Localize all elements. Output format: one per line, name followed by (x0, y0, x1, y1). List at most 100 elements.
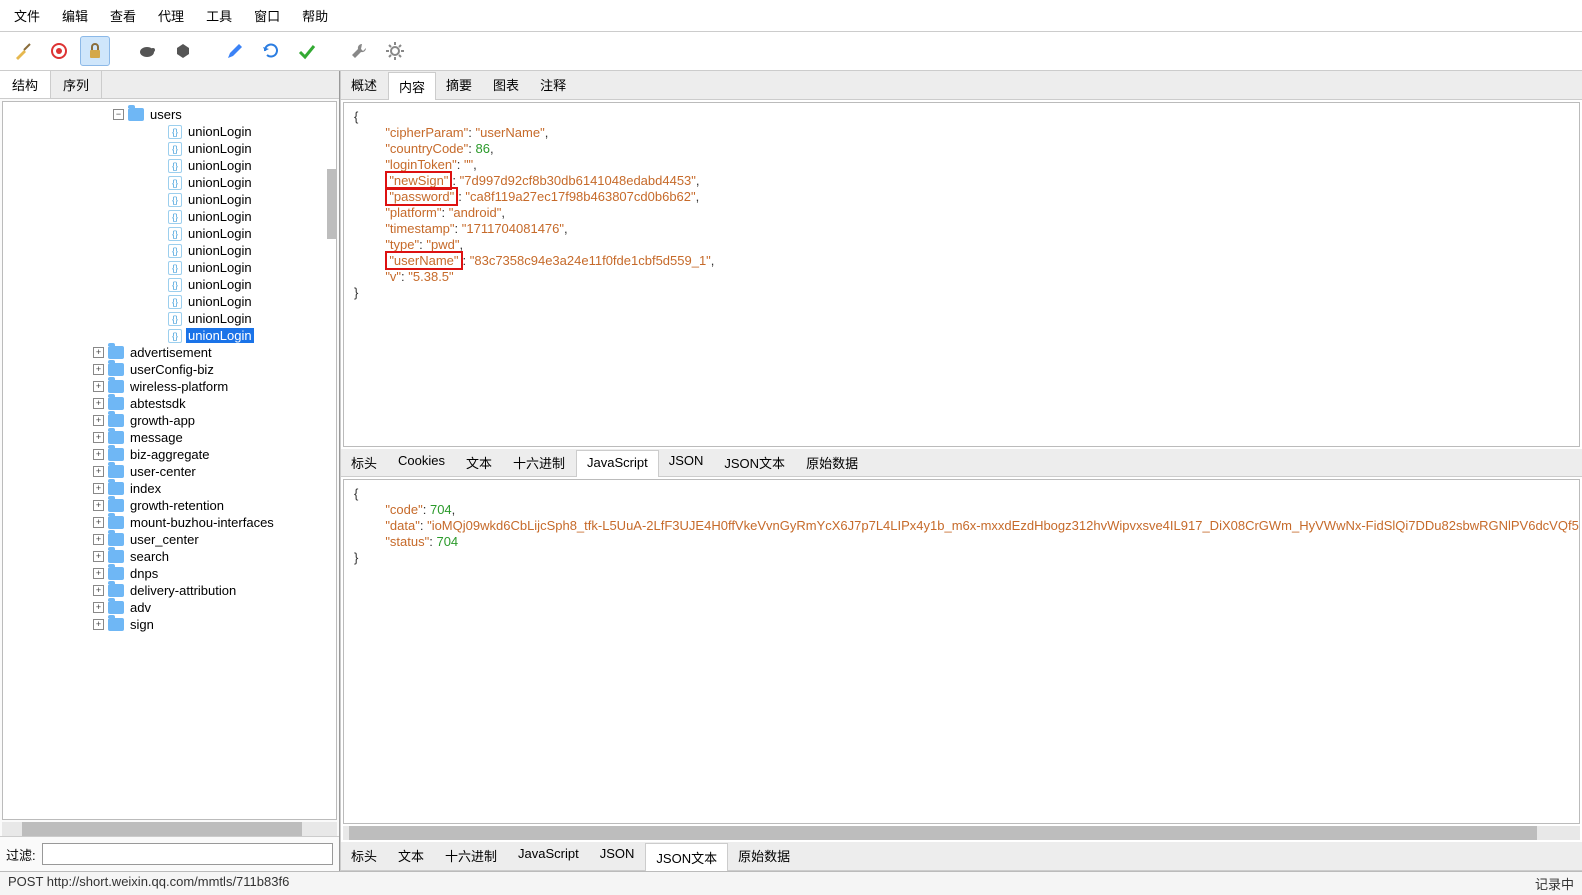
menu-item[interactable]: 文件 (8, 4, 46, 27)
response-hscrollbar[interactable] (343, 826, 1580, 840)
tab-JSON[interactable]: JSON (590, 842, 646, 870)
tree-label: unionLogin (186, 277, 254, 292)
tab-原始数据[interactable]: 原始数据 (796, 449, 869, 476)
tab-JSON[interactable]: JSON (659, 449, 715, 476)
tree-row[interactable]: +index (3, 480, 336, 497)
response-json-pane[interactable]: { "code": 704, "data": "ioMQj09wkd6CbLij… (343, 479, 1580, 824)
tree-expander[interactable]: − (113, 109, 124, 120)
tab-文本[interactable]: 文本 (388, 842, 435, 870)
tree-expander[interactable]: + (93, 585, 104, 596)
tree-row[interactable]: +growth-retention (3, 497, 336, 514)
tree-row[interactable]: {}unionLogin (3, 191, 336, 208)
tree-row[interactable]: {}unionLogin (3, 208, 336, 225)
tab-Cookies[interactable]: Cookies (388, 449, 456, 476)
tab-摘要[interactable]: 摘要 (436, 71, 483, 99)
tree-row[interactable]: +message (3, 429, 336, 446)
tree-row[interactable]: +delivery-attribution (3, 582, 336, 599)
tab-标头[interactable]: 标头 (341, 842, 388, 870)
tab-JSON文本[interactable]: JSON文本 (714, 449, 796, 476)
tree-expander[interactable]: + (93, 466, 104, 477)
tab-概述[interactable]: 概述 (341, 71, 388, 99)
tree-hscrollbar[interactable] (2, 822, 337, 836)
tree-row[interactable]: +user_center (3, 531, 336, 548)
tab-十六进制[interactable]: 十六进制 (435, 842, 508, 870)
tree-expander[interactable]: + (93, 432, 104, 443)
menu-item[interactable]: 代理 (152, 4, 190, 27)
check-icon[interactable] (292, 36, 322, 66)
tab-JSON文本[interactable]: JSON文本 (645, 843, 728, 871)
tree-row[interactable]: {}unionLogin (3, 327, 336, 344)
tree-row[interactable]: {}unionLogin (3, 140, 336, 157)
tree-row[interactable]: {}unionLogin (3, 310, 336, 327)
request-json-pane[interactable]: { "cipherParam": "userName", "countryCod… (343, 102, 1580, 447)
tree-row[interactable]: +search (3, 548, 336, 565)
tree-row[interactable]: {}unionLogin (3, 123, 336, 140)
filter-input[interactable] (42, 843, 333, 865)
tree-row[interactable]: +mount-buzhou-interfaces (3, 514, 336, 531)
left-tab[interactable]: 序列 (51, 71, 102, 98)
tab-十六进制[interactable]: 十六进制 (503, 449, 576, 476)
tree-row[interactable]: +adv (3, 599, 336, 616)
tree-expander[interactable]: + (93, 602, 104, 613)
tree-expander[interactable]: + (93, 483, 104, 494)
tree-row[interactable]: {}unionLogin (3, 293, 336, 310)
tree-expander[interactable]: + (93, 347, 104, 358)
tab-JavaScript[interactable]: JavaScript (576, 450, 659, 477)
tree-row[interactable]: +advertisement (3, 344, 336, 361)
gear-icon[interactable] (380, 36, 410, 66)
left-tab[interactable]: 结构 (0, 71, 51, 98)
tree-row[interactable]: +dnps (3, 565, 336, 582)
hex-icon[interactable] (168, 36, 198, 66)
tree-row[interactable]: +sign (3, 616, 336, 633)
tree-expander[interactable]: + (93, 364, 104, 375)
menu-item[interactable]: 帮助 (296, 4, 334, 27)
pen-icon[interactable] (220, 36, 250, 66)
tree-row[interactable]: {}unionLogin (3, 259, 336, 276)
mid-tabs: 标头Cookies文本十六进制JavaScriptJSONJSON文本原始数据 (341, 449, 1582, 477)
menu-item[interactable]: 编辑 (56, 4, 94, 27)
tree-expander[interactable]: + (93, 517, 104, 528)
tree-expander[interactable]: + (93, 449, 104, 460)
tab-注释[interactable]: 注释 (530, 71, 577, 99)
tree[interactable]: −users{}unionLogin{}unionLogin{}unionLog… (2, 101, 337, 820)
menu-item[interactable]: 工具 (200, 4, 238, 27)
tree-row[interactable]: {}unionLogin (3, 157, 336, 174)
tab-内容[interactable]: 内容 (388, 72, 436, 100)
tab-文本[interactable]: 文本 (456, 449, 503, 476)
tree-row[interactable]: +wireless-platform (3, 378, 336, 395)
tree-row[interactable]: {}unionLogin (3, 276, 336, 293)
tree-label: unionLogin (186, 260, 254, 275)
menu-item[interactable]: 查看 (104, 4, 142, 27)
tree-row[interactable]: {}unionLogin (3, 225, 336, 242)
tree-row[interactable]: +growth-app (3, 412, 336, 429)
tree-row[interactable]: +userConfig-biz (3, 361, 336, 378)
wrench-icon[interactable] (344, 36, 374, 66)
tree-expander[interactable]: + (93, 568, 104, 579)
menu-item[interactable]: 窗口 (248, 4, 286, 27)
tree-expander[interactable]: + (93, 398, 104, 409)
tree-row[interactable]: − users (3, 106, 336, 123)
tree-row[interactable]: +biz-aggregate (3, 446, 336, 463)
refresh-icon[interactable] (256, 36, 286, 66)
tree-label: users (148, 107, 184, 122)
lock-icon[interactable] (80, 36, 110, 66)
turtle-dark-icon[interactable] (132, 36, 162, 66)
tree-expander[interactable]: + (93, 619, 104, 630)
tab-原始数据[interactable]: 原始数据 (728, 842, 801, 870)
tab-JavaScript[interactable]: JavaScript (508, 842, 590, 870)
tree-row[interactable]: {}unionLogin (3, 242, 336, 259)
tab-图表[interactable]: 图表 (483, 71, 530, 99)
broom-icon[interactable] (8, 36, 38, 66)
tree-expander[interactable]: + (93, 534, 104, 545)
tree-expander[interactable]: + (93, 381, 104, 392)
tree-vscrollbar[interactable] (327, 169, 337, 239)
record-icon[interactable] (44, 36, 74, 66)
tree-row[interactable]: +user-center (3, 463, 336, 480)
bottom-tabs: 标头文本十六进制JavaScriptJSONJSON文本原始数据 (341, 842, 1582, 871)
tree-row[interactable]: {}unionLogin (3, 174, 336, 191)
tree-expander[interactable]: + (93, 500, 104, 511)
tree-expander[interactable]: + (93, 415, 104, 426)
tree-expander[interactable]: + (93, 551, 104, 562)
tree-row[interactable]: +abtestsdk (3, 395, 336, 412)
tab-标头[interactable]: 标头 (341, 449, 388, 476)
